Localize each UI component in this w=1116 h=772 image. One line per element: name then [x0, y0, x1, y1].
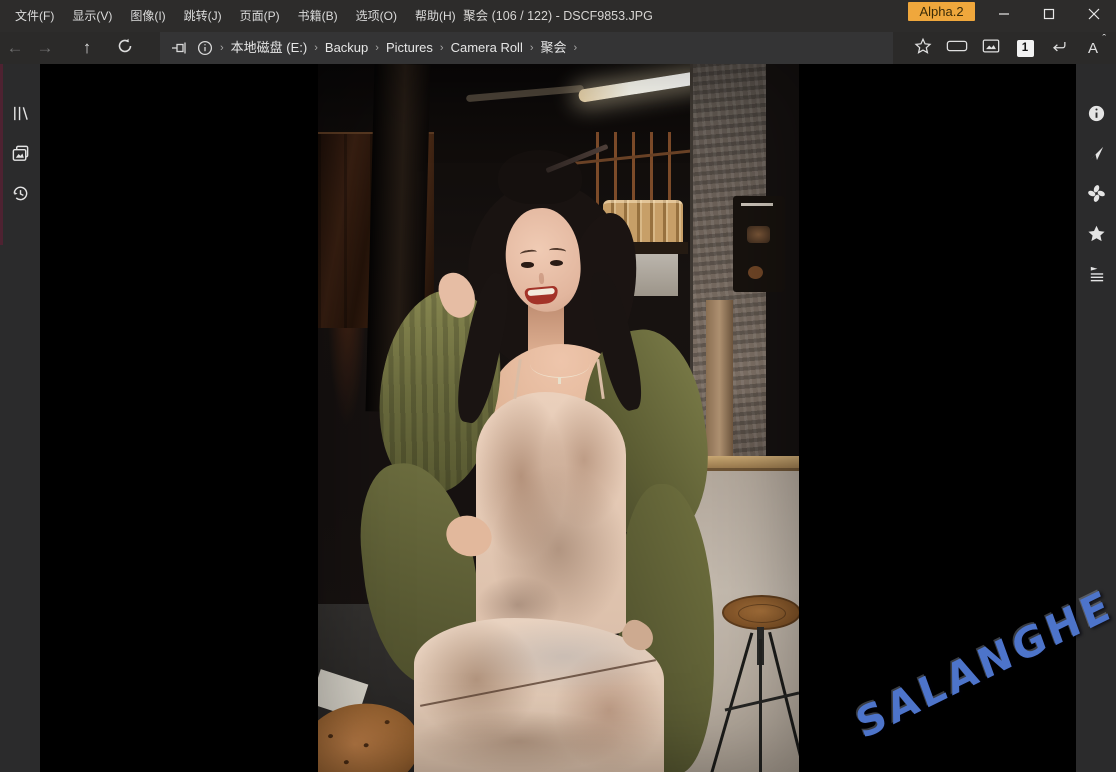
close-icon — [1088, 7, 1100, 25]
toolbar-right-group: 1 Aˆ — [908, 32, 1108, 64]
flag-list-button[interactable] — [1076, 256, 1116, 296]
menu-item-view[interactable]: 显示(V) — [63, 0, 121, 32]
breadcrumb-folder-party[interactable]: 聚会 — [536, 32, 572, 64]
send-icon — [1087, 144, 1106, 168]
library-icon — [11, 104, 30, 128]
back-button[interactable]: ← — [0, 32, 30, 64]
breadcrumb-chevron: › — [528, 42, 536, 54]
up-button[interactable]: ↑ — [72, 32, 102, 64]
star-icon — [1087, 224, 1106, 248]
breadcrumb-camera-roll[interactable]: Camera Roll — [446, 32, 528, 64]
breadcrumb-backup[interactable]: Backup — [320, 32, 373, 64]
refresh-button[interactable] — [110, 32, 140, 64]
menu-item-help[interactable]: 帮助(H) — [406, 0, 465, 32]
minimize-icon — [998, 7, 1010, 25]
photo — [318, 64, 799, 772]
app-window: 文件(F) 显示(V) 图像(I) 跳转(J) 页面(P) 书籍(B) 选项(O… — [0, 0, 1116, 772]
image-icon — [982, 38, 1000, 59]
main-area: SALANGHE — [0, 64, 1116, 772]
history-button[interactable] — [0, 176, 40, 216]
refresh-icon — [117, 38, 133, 59]
font-size-button[interactable]: Aˆ — [1078, 34, 1108, 62]
return-button[interactable] — [1044, 34, 1074, 62]
info-icon — [1087, 104, 1106, 128]
menu-item-image[interactable]: 图像(I) — [121, 0, 174, 32]
pinwheel-button[interactable] — [1076, 176, 1116, 216]
font-size-icon: Aˆ — [1088, 40, 1098, 57]
menu-item-file[interactable]: 文件(F) — [6, 0, 63, 32]
panorama-view-button[interactable] — [942, 34, 972, 62]
send-button[interactable] — [1076, 136, 1116, 176]
menu-bar: 文件(F) 显示(V) 图像(I) 跳转(J) 页面(P) 书籍(B) 选项(O… — [0, 0, 465, 32]
maximize-button[interactable] — [1026, 0, 1071, 32]
info-button[interactable] — [1076, 96, 1116, 136]
info-circle-icon[interactable] — [192, 32, 218, 64]
title-bar: 文件(F) 显示(V) 图像(I) 跳转(J) 页面(P) 书籍(B) 选项(O… — [0, 0, 1116, 32]
photos-button[interactable] — [0, 136, 40, 176]
image-viewer-canvas[interactable] — [40, 64, 1076, 772]
panorama-icon — [946, 38, 968, 59]
minimize-button[interactable] — [981, 0, 1026, 32]
photo-vignette — [318, 64, 799, 772]
breadcrumb-chevron: › — [373, 42, 381, 54]
return-arrow-icon — [1050, 38, 1068, 59]
flag-list-icon — [1087, 264, 1106, 288]
right-sidebar — [1076, 64, 1116, 772]
navigation-toolbar: ← → ↑ › 本地磁盘 (E:) › Backup › Pictures › … — [0, 32, 1116, 64]
accent-strip — [0, 64, 3, 245]
forward-button[interactable]: → — [30, 32, 60, 64]
breadcrumb-pictures[interactable]: Pictures — [381, 32, 438, 64]
photos-icon — [11, 144, 30, 168]
library-button[interactable] — [0, 96, 40, 136]
left-sidebar — [0, 64, 40, 772]
menu-item-options[interactable]: 选项(O) — [347, 0, 406, 32]
menu-item-book[interactable]: 书籍(B) — [289, 0, 347, 32]
pin-icon[interactable] — [166, 32, 192, 64]
star-outline-icon — [914, 37, 932, 60]
breadcrumb-chevron: › — [572, 42, 580, 54]
single-page-button[interactable]: 1 — [1010, 34, 1040, 62]
page-number-badge: 1 — [1017, 40, 1034, 57]
favorite-star-button[interactable] — [908, 34, 938, 62]
menu-item-page[interactable]: 页面(P) — [231, 0, 289, 32]
breadcrumb-drive[interactable]: 本地磁盘 (E:) — [226, 32, 313, 64]
maximize-icon — [1043, 7, 1055, 25]
pinwheel-icon — [1087, 184, 1106, 208]
breadcrumb-chevron: › — [312, 42, 320, 54]
alpha-version-badge: Alpha.2 — [908, 2, 975, 21]
menu-item-jump[interactable]: 跳转(J) — [175, 0, 231, 32]
history-icon — [11, 184, 30, 208]
address-bar[interactable]: › 本地磁盘 (E:) › Backup › Pictures › Camera… — [160, 32, 893, 64]
window-title: 聚会 (106 / 122) - DSCF9853.JPG — [463, 0, 653, 32]
window-controls — [981, 0, 1116, 32]
image-view-button[interactable] — [976, 34, 1006, 62]
breadcrumb-chevron: › — [438, 42, 446, 54]
breadcrumb-chevron: › — [218, 42, 226, 54]
star-button[interactable] — [1076, 216, 1116, 256]
close-button[interactable] — [1071, 0, 1116, 32]
